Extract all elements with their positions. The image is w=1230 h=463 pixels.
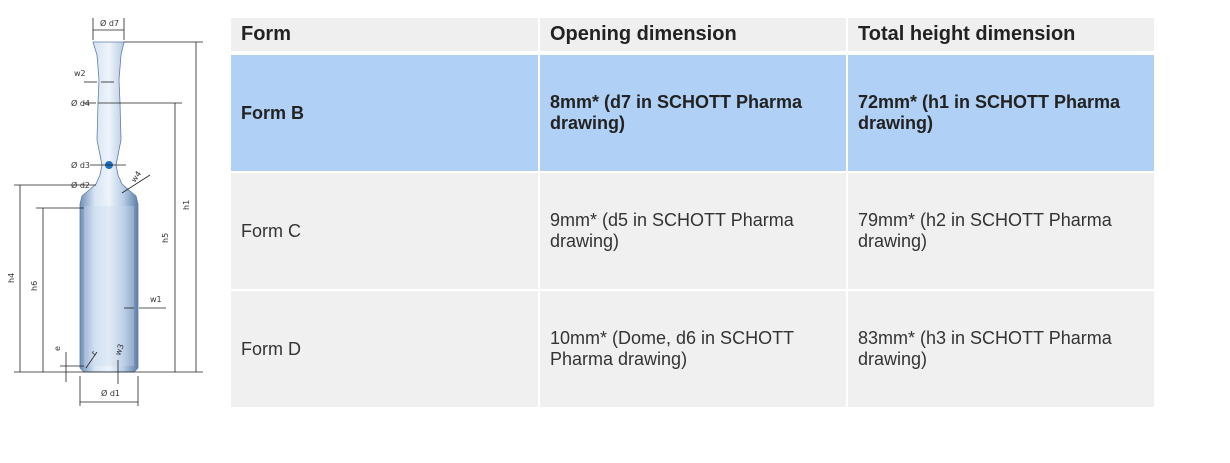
cell-height: 72mm* (h1 in SCHOTT Pharma drawing): [846, 55, 1154, 173]
table-row: Form C 9mm* (d5 in SCHOTT Pharma drawing…: [231, 173, 1154, 291]
cell-height: 83mm* (h3 in SCHOTT Pharma drawing): [846, 291, 1154, 409]
label-d7: Ø d7: [100, 18, 119, 28]
dim-d7: Ø d7: [92, 18, 125, 40]
label-h5: h5: [161, 233, 170, 243]
cell-opening: 9mm* (d5 in SCHOTT Pharma drawing): [538, 173, 846, 291]
label-w1: w1: [150, 295, 162, 304]
table-row: Form B 8mm* (d7 in SCHOTT Pharma drawing…: [231, 55, 1154, 173]
cell-form: Form D: [231, 291, 538, 409]
dim-d1: Ø d1: [79, 376, 139, 406]
label-d2: Ø d2: [71, 180, 90, 190]
cell-opening: 8mm* (d7 in SCHOTT Pharma drawing): [538, 55, 846, 173]
label-w4: w4: [129, 169, 143, 184]
table-row: Form D 10mm* (Dome, d6 in SCHOTT Pharma …: [231, 291, 1154, 409]
label-h1: h1: [182, 200, 191, 210]
label-d4: Ø d4: [71, 98, 90, 108]
label-d3: Ø d3: [71, 160, 90, 170]
label-e: e: [53, 346, 62, 351]
label-h6: h6: [30, 281, 39, 291]
ampoule-drawing: Ø d7 h1 w2 Ø d4 h5 Ø d3 Ø d2 w4 h4 h6 w1…: [7, 18, 203, 406]
header-opening-dimension: Opening dimension: [538, 18, 846, 55]
dim-h4: h4: [7, 185, 21, 372]
label-d1: Ø d1: [101, 388, 120, 398]
dim-d2: Ø d2: [14, 180, 96, 190]
header-form: Form: [231, 18, 538, 55]
dim-h5: h5: [161, 103, 176, 372]
header-total-height-dimension: Total height dimension: [846, 18, 1154, 55]
cell-form: Form B: [231, 55, 538, 173]
cell-form: Form C: [231, 173, 538, 291]
ampoule-form-table: Form Opening dimension Total height dime…: [231, 18, 1154, 409]
table-header-row: Form Opening dimension Total height dime…: [231, 18, 1154, 55]
dim-d3: Ø d3: [71, 160, 126, 170]
label-w2: w2: [74, 69, 86, 78]
cell-opening: 10mm* (Dome, d6 in SCHOTT Pharma drawing…: [538, 291, 846, 409]
cell-height: 79mm* (h2 in SCHOTT Pharma drawing): [846, 173, 1154, 291]
dim-d4: Ø d4: [71, 98, 182, 108]
label-h4: h4: [7, 273, 16, 283]
dim-e: e: [53, 346, 84, 382]
